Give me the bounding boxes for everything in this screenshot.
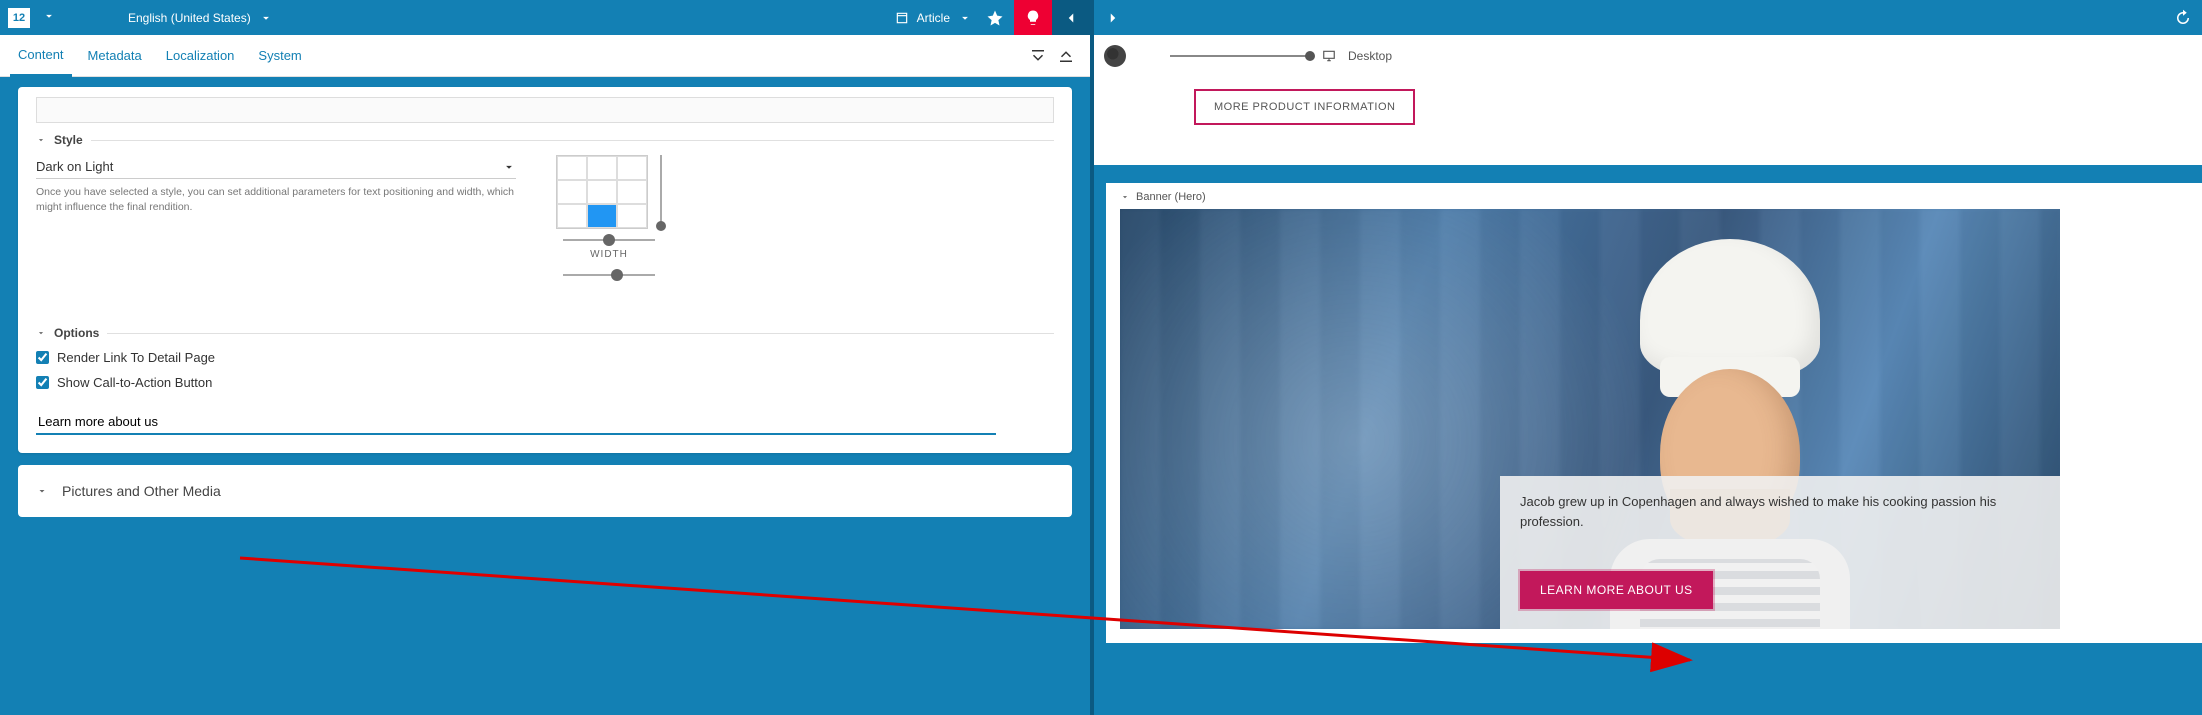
hero-image: Jacob grew up in Copenhagen and always w… — [1120, 209, 2060, 629]
logo-dropdown-icon[interactable] — [42, 9, 56, 26]
editor-topbar: 12 English (United States) Article — [0, 0, 1090, 35]
style-card: Style Dark on Light Once you have select… — [18, 87, 1072, 453]
chevron-down-icon — [1120, 192, 1130, 202]
favorite-button[interactable] — [976, 0, 1014, 35]
empty-field[interactable] — [36, 97, 1054, 123]
preview-toolbar: Desktop — [1094, 35, 2202, 77]
style-section-header[interactable]: Style — [36, 133, 1054, 147]
document-icon — [895, 11, 909, 25]
collapse-right-button[interactable] — [1094, 0, 1132, 35]
preview-topbar — [1094, 0, 2202, 35]
render-link-checkbox-row[interactable]: Render Link To Detail Page — [36, 350, 1054, 365]
hero-overlay: Jacob grew up in Copenhagen and always w… — [1500, 476, 2060, 629]
collapse-all-button[interactable] — [1052, 46, 1080, 66]
doctype-label: Article — [917, 11, 950, 25]
style-section-label: Style — [54, 133, 83, 147]
pictures-card: Pictures and Other Media — [18, 465, 1072, 517]
palette-icon[interactable] — [1104, 45, 1126, 67]
hero-cta-button[interactable]: LEARN MORE ABOUT US — [1520, 571, 1713, 609]
render-link-checkbox[interactable] — [36, 351, 49, 364]
options-section-label: Options — [54, 326, 99, 340]
width-label: WIDTH — [590, 249, 628, 260]
language-selector[interactable]: English (United States) — [128, 11, 273, 25]
horizontal-slider[interactable] — [563, 239, 655, 241]
options-section-header[interactable]: Options — [36, 326, 1054, 340]
logo-badge: 12 — [8, 8, 30, 28]
show-cta-checkbox-row[interactable]: Show Call-to-Action Button — [36, 375, 1054, 390]
chevron-down-icon — [36, 485, 48, 497]
pictures-section-header[interactable]: Pictures and Other Media — [36, 483, 1054, 499]
collapse-left-button[interactable] — [1052, 0, 1090, 35]
chevron-down-icon — [259, 11, 273, 25]
style-selected-value: Dark on Light — [36, 159, 113, 174]
chevron-down-icon — [502, 160, 516, 174]
idea-button[interactable] — [1014, 0, 1052, 35]
position-cell-selected[interactable] — [587, 204, 617, 228]
doctype-selector[interactable]: Article — [895, 11, 972, 25]
chevron-down-icon — [36, 328, 46, 338]
bulb-icon — [1024, 9, 1042, 27]
expand-down-icon — [1029, 49, 1047, 63]
device-label: Desktop — [1348, 49, 1392, 63]
desktop-icon — [1322, 49, 1336, 63]
banner-header[interactable]: Banner (Hero) — [1120, 191, 2188, 203]
show-cta-label: Show Call-to-Action Button — [57, 375, 212, 390]
tab-system[interactable]: System — [250, 36, 309, 75]
refresh-icon — [2174, 9, 2192, 27]
tab-localization[interactable]: Localization — [158, 36, 243, 75]
tab-content[interactable]: Content — [10, 35, 72, 77]
editor-tabs: Content Metadata Localization System — [0, 35, 1090, 77]
chevron-left-icon — [1062, 9, 1080, 27]
style-dropdown[interactable]: Dark on Light — [36, 155, 516, 179]
language-label: English (United States) — [128, 11, 251, 25]
zoom-slider[interactable] — [1170, 55, 1310, 57]
chevron-down-icon — [958, 11, 972, 25]
chevron-right-icon — [1104, 9, 1122, 27]
tab-metadata[interactable]: Metadata — [80, 36, 150, 75]
chevron-down-icon — [36, 135, 46, 145]
show-cta-checkbox[interactable] — [36, 376, 49, 389]
banner-label: Banner (Hero) — [1136, 191, 1206, 203]
hero-overlay-text: Jacob grew up in Copenhagen and always w… — [1520, 492, 2040, 531]
preview-top-region: MORE PRODUCT INFORMATION — [1094, 77, 2202, 165]
width-slider[interactable] — [563, 274, 655, 276]
render-link-label: Render Link To Detail Page — [57, 350, 215, 365]
star-icon — [986, 9, 1004, 27]
cta-text-input[interactable] — [36, 410, 996, 435]
expand-all-button[interactable] — [1024, 46, 1052, 66]
more-product-button[interactable]: MORE PRODUCT INFORMATION — [1194, 89, 1415, 125]
pictures-section-label: Pictures and Other Media — [62, 483, 221, 499]
position-grid[interactable] — [556, 155, 648, 229]
style-help-text: Once you have selected a style, you can … — [36, 185, 516, 214]
collapse-up-icon — [1057, 49, 1075, 63]
refresh-button[interactable] — [2164, 0, 2202, 35]
vertical-slider[interactable] — [660, 155, 662, 227]
banner-region: Banner (Hero) Jacob grew up in Copenhage… — [1106, 183, 2202, 643]
